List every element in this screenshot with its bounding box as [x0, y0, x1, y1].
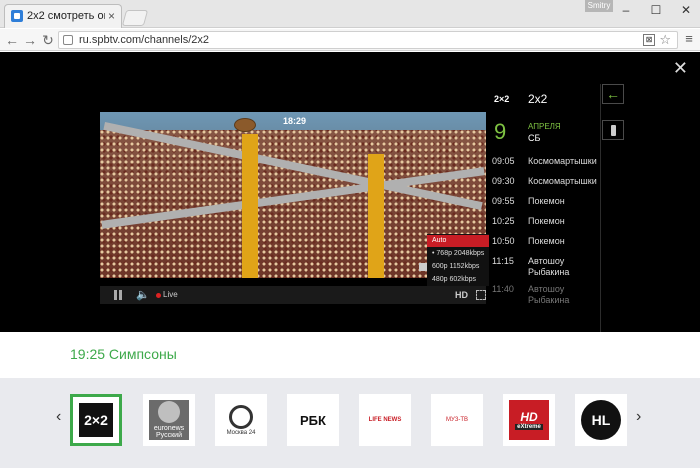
hd-button[interactable]: HD — [455, 290, 468, 300]
live-dot-icon — [156, 293, 161, 298]
tab-title: 2x2 смотреть онлайн — [27, 10, 105, 22]
back-arrow-icon[interactable]: ← — [4, 32, 20, 48]
page-icon — [63, 35, 73, 45]
browser-titlebar: 2x2 смотреть онлайн × Smitry – ☐ ✕ — [0, 0, 700, 28]
epg-panel: 2×2 2x2 9 АПРЕЛЯ СБ 09:05 Космомартышки … — [488, 84, 600, 332]
player-controls: 🔈 Live HD — [100, 286, 486, 304]
channel-strip: ‹ 2×2 euronews Русский Москва 24 РБК LIF… — [0, 378, 700, 468]
forward-arrow-icon[interactable]: → — [22, 32, 38, 48]
quality-menu-icon[interactable] — [419, 263, 427, 271]
epg-title: Автошоу Рыбакина — [528, 256, 570, 277]
browser-tab[interactable]: 2x2 смотреть онлайн × — [4, 4, 122, 28]
now-playing-title: 19:25 Симпсоны — [70, 346, 177, 362]
epg-channel-logo: 2×2 — [494, 94, 510, 104]
epg-time: 10:50 — [492, 236, 515, 246]
channel-logo: РБК — [300, 412, 326, 428]
moskva24-ring-icon — [229, 404, 253, 429]
remote-glyph — [611, 125, 616, 136]
player-stage: ✕ 18:29 Auto • 768p 2048kbps 600p 1152kb… — [0, 52, 700, 332]
channel-logo: euronews Русский — [149, 400, 189, 440]
channel-prev-icon[interactable]: ‹ — [56, 408, 61, 426]
goalpost-left — [242, 134, 258, 278]
quality-option-768p[interactable]: • 768p 2048kbps — [427, 248, 489, 260]
channel-logo: HD eXtreme — [509, 400, 549, 440]
quality-option-auto[interactable]: Auto — [427, 235, 489, 247]
channel-tile-rbc[interactable]: РБК — [287, 394, 339, 446]
url-text: ru.spbtv.com/channels/2x2 — [79, 34, 210, 46]
channel-tile-euronews[interactable]: euronews Русский — [143, 394, 195, 446]
channel-logo-text: Москва 24 — [226, 429, 256, 436]
epg-day: 9 — [494, 119, 507, 144]
channel-logo: МУЗ-ТВ — [446, 417, 468, 423]
pause-icon[interactable] — [114, 290, 122, 300]
channel-tile-muztv[interactable]: МУЗ-ТВ — [431, 394, 483, 446]
channel-logo: Москва 24 — [221, 400, 261, 440]
epg-month: АПРЕЛЯ — [528, 122, 561, 131]
reload-icon[interactable]: ↻ — [40, 32, 56, 48]
channel-next-icon[interactable]: › — [636, 408, 641, 426]
epg-title: Космомартышки — [528, 156, 597, 166]
epg-title: Автошоу Рыбакина — [528, 284, 570, 305]
channel-logo: HL — [581, 400, 621, 440]
tab-close-icon[interactable]: × — [108, 9, 115, 23]
epg-time: 11:40 — [492, 284, 514, 294]
volume-icon[interactable]: 🔈 — [136, 288, 150, 301]
channel-logo: LIFE NEWS — [368, 417, 402, 423]
tab-favicon-icon — [11, 10, 23, 22]
channel-logo-sub: eXtreme — [515, 424, 543, 430]
live-label: Live — [163, 290, 178, 299]
goalpost-right — [368, 154, 384, 278]
epg-title: Космомартышки — [528, 176, 597, 186]
epg-time: 11:15 — [492, 256, 514, 266]
epg-weekday: СБ — [528, 133, 541, 143]
channel-tile-2x2[interactable]: 2×2 — [70, 394, 122, 446]
maximize-button[interactable]: ☐ — [644, 2, 668, 18]
window-close-button[interactable]: ✕ — [674, 2, 698, 18]
fullscreen-icon[interactable] — [476, 290, 486, 300]
channel-logo-text: euronews — [153, 425, 185, 432]
browser-menu-icon[interactable]: ≡ — [682, 31, 696, 47]
close-player-icon[interactable]: ✕ — [673, 58, 688, 79]
epg-time: 10:25 — [492, 216, 515, 226]
channel-logo-text: HD — [520, 410, 538, 424]
epg-back-arrow-icon[interactable]: ← — [602, 84, 624, 104]
epg-time: 09:05 — [492, 156, 515, 166]
remote-icon[interactable] — [602, 120, 624, 140]
address-bar[interactable]: ru.spbtv.com/channels/2x2 ⊠ ☆ — [58, 31, 678, 49]
browser-toolbar: ← → ↻ ru.spbtv.com/channels/2x2 ⊠ ☆ ≡ — [0, 29, 700, 51]
channel-tile-hl[interactable]: HL — [575, 394, 627, 446]
epg-time: 09:55 — [492, 196, 515, 206]
channel-tile-lifenews[interactable]: LIFE NEWS — [359, 394, 411, 446]
epg-title: Покемон — [528, 216, 565, 226]
epg-time: 09:30 — [492, 176, 515, 186]
euronews-globe-icon — [158, 401, 180, 423]
quality-menu: Auto • 768p 2048kbps 600p 1152kbps 480p … — [427, 234, 489, 286]
new-tab-button[interactable] — [121, 10, 149, 26]
extension-icon[interactable]: ⊠ — [643, 34, 655, 46]
channel-logo-sub: Русский — [156, 432, 182, 439]
epg-title: Покемон — [528, 236, 565, 246]
channel-tile-hd-extreme[interactable]: HD eXtreme — [503, 394, 555, 446]
epg-channel-name: 2x2 — [528, 92, 548, 106]
epg-title: Покемон — [528, 196, 565, 206]
quality-option-480p[interactable]: 480p 602kbps — [427, 274, 489, 286]
minimize-button[interactable]: – — [614, 2, 638, 18]
channel-tile-moskva24[interactable]: Москва 24 — [215, 394, 267, 446]
bookmark-star-icon[interactable]: ☆ — [659, 32, 671, 48]
video-ball — [234, 118, 256, 132]
quality-label: 768p 2048kbps — [436, 250, 485, 257]
channel-logo: 2×2 — [79, 403, 113, 437]
epg-divider — [600, 84, 601, 332]
quality-option-600p[interactable]: 600p 1152kbps — [427, 261, 489, 273]
video-time: 18:29 — [283, 116, 307, 126]
profile-badge[interactable]: Smitry — [585, 0, 613, 12]
